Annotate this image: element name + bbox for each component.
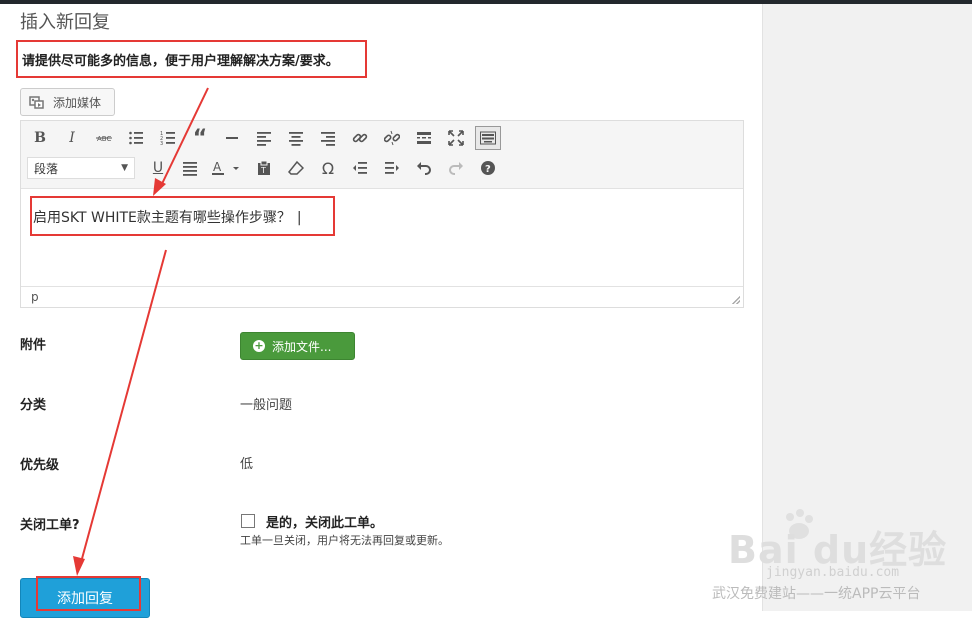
svg-text:ABC: ABC [97, 135, 111, 143]
page-title: 插入新回复 [20, 12, 110, 33]
category-label: 分类 [20, 398, 47, 413]
text-color-icon[interactable]: A [209, 156, 245, 180]
plus-circle-icon: + [253, 339, 265, 352]
watermark-caption: 武汉免费建站——一统APP云平台 [712, 586, 921, 602]
clear-formatting-icon[interactable] [283, 156, 309, 180]
format-select-value: 段落 [34, 161, 59, 176]
media-icon [29, 95, 45, 109]
toolbar-row-1: B I ABC 123 “ [27, 125, 507, 151]
paste-text-icon[interactable]: T [251, 156, 277, 180]
underline-icon[interactable]: U [145, 156, 171, 180]
link-icon[interactable] [347, 126, 373, 150]
svg-text:A: A [213, 160, 222, 174]
align-center-icon[interactable] [283, 126, 309, 150]
format-select[interactable]: 段落 ▼ [27, 157, 135, 179]
redo-icon[interactable] [443, 156, 469, 180]
editor-statusbar: p [21, 286, 743, 307]
add-file-label: 添加文件... [272, 339, 332, 354]
blockquote-icon[interactable]: “ [187, 126, 213, 151]
svg-text:?: ? [485, 164, 491, 175]
italic-icon[interactable]: I [59, 126, 85, 150]
reply-form: 插入新回复 请提供尽可能多的信息，便于用户理解解决方案/要求。 添加媒体 B I… [0, 4, 762, 618]
category-value: 一般问题 [240, 398, 293, 413]
justify-icon[interactable] [177, 156, 203, 180]
strikethrough-icon[interactable]: ABC [91, 126, 117, 150]
chevron-down-icon: ▼ [121, 163, 128, 173]
baidu-watermark: Bai du经验 jingyan.baidu.com 武汉免费建站——一统APP… [712, 503, 962, 611]
align-right-icon[interactable] [315, 126, 341, 150]
undo-icon[interactable] [411, 156, 437, 180]
svg-text:T: T [260, 166, 266, 175]
priority-label: 优先级 [20, 458, 60, 473]
watermark-url: jingyan.baidu.com [766, 565, 900, 580]
help-icon[interactable]: ? [475, 156, 501, 180]
toolbar-row-2: 段落 ▼ U A T Ω ? [27, 155, 507, 181]
unlink-icon[interactable] [379, 126, 405, 150]
priority-value: 低 [240, 457, 254, 472]
bold-icon[interactable]: B [27, 126, 53, 150]
close-ticket-help: 工单一旦关闭，用户将无法再回复或更新。 [240, 534, 449, 547]
annotation-box-content [30, 196, 335, 236]
close-ticket-checkbox-label[interactable]: 是的，关闭此工单。 [266, 512, 383, 531]
attachment-label: 附件 [20, 338, 47, 353]
numbered-list-icon[interactable]: 123 [155, 126, 181, 150]
indent-icon[interactable] [379, 156, 405, 180]
fullscreen-icon[interactable] [443, 126, 469, 150]
add-media-label: 添加媒体 [53, 95, 102, 110]
read-more-icon[interactable] [411, 126, 437, 150]
horizontal-rule-icon[interactable] [219, 126, 245, 150]
editor-toolbar: B I ABC 123 “ 段落 ▼ U A T Ω ? [21, 121, 743, 189]
bullet-list-icon[interactable] [123, 126, 149, 150]
close-ticket-label: 关闭工单? [20, 518, 80, 533]
annotation-box-submit [36, 576, 141, 611]
outdent-icon[interactable] [347, 156, 373, 180]
add-media-button[interactable]: 添加媒体 [20, 88, 115, 116]
element-path: p [31, 290, 39, 304]
close-ticket-checkbox[interactable] [241, 514, 255, 528]
add-file-button[interactable]: + 添加文件... [240, 332, 355, 360]
annotation-box-instruction [16, 40, 367, 78]
align-left-icon[interactable] [251, 126, 277, 150]
toolbar-toggle-icon[interactable] [475, 126, 501, 150]
svg-text:3: 3 [160, 141, 163, 146]
special-character-icon[interactable]: Ω [315, 156, 341, 180]
resize-handle[interactable] [732, 296, 740, 304]
